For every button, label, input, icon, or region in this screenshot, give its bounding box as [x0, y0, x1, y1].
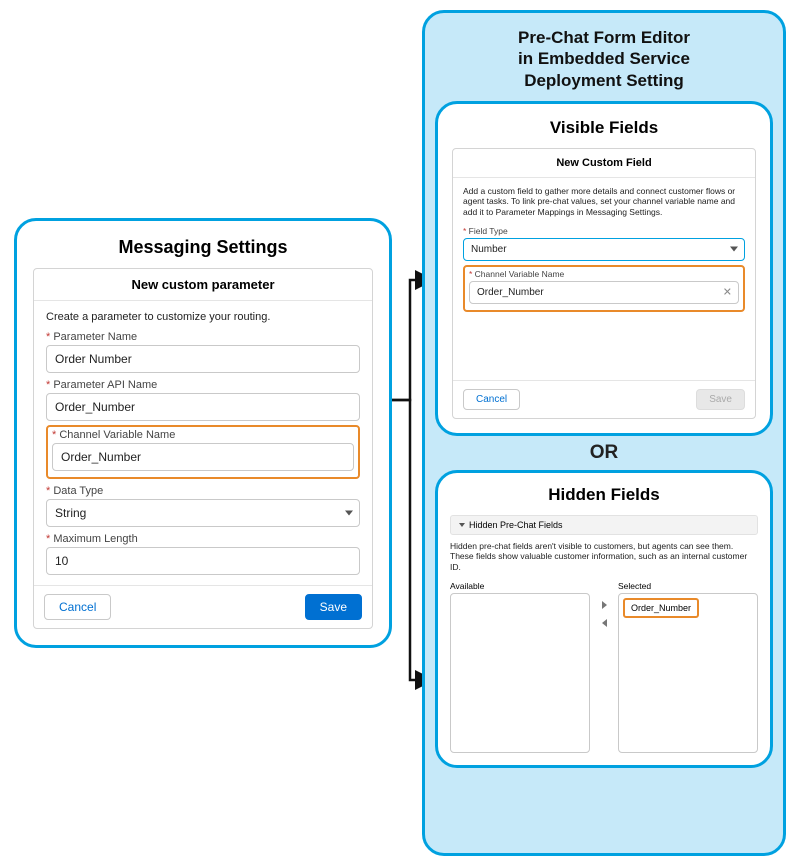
chevron-down-icon [730, 247, 738, 252]
field-type-label: Field Type [463, 226, 745, 236]
dialog-title: New custom parameter [34, 269, 372, 301]
clear-icon[interactable]: ✕ [723, 286, 732, 299]
visible-fields-card: Visible Fields New Custom Field Add a cu… [435, 101, 773, 436]
region-title: Pre-Chat Form Editor in Embedded Service… [435, 27, 773, 91]
visible-cvn-input[interactable]: Order_Number ✕ [469, 281, 739, 304]
new-custom-field-dialog: New Custom Field Add a custom field to g… [452, 148, 756, 419]
hidden-fields-card: Hidden Fields Hidden Pre-Chat Fields Hid… [435, 470, 773, 768]
visible-cvn-label: Channel Variable Name [469, 269, 739, 279]
messaging-settings-title: Messaging Settings [33, 237, 373, 258]
chevron-down-icon [459, 523, 465, 527]
messaging-settings-card: Messaging Settings New custom parameter … [14, 218, 392, 648]
maximum-length-label: Maximum Length [46, 533, 360, 545]
prechat-region: Pre-Chat Form Editor in Embedded Service… [422, 10, 786, 856]
data-type-select[interactable]: String [46, 499, 360, 527]
or-label: OR [435, 442, 773, 464]
cancel-button[interactable]: Cancel [44, 594, 111, 620]
save-button[interactable]: Save [305, 594, 362, 620]
hidden-section-title: Hidden Pre-Chat Fields [469, 520, 563, 530]
parameter-name-input[interactable]: Order Number [46, 345, 360, 373]
data-type-value: String [55, 506, 86, 520]
available-listbox[interactable] [450, 593, 590, 753]
dual-listbox: Available Selected Order_Number [450, 581, 758, 753]
channel-variable-name-input[interactable]: Order_Number [52, 443, 354, 471]
visible-dialog-title: New Custom Field [453, 149, 755, 178]
visible-fields-title: Visible Fields [452, 118, 756, 138]
new-custom-parameter-dialog: New custom parameter Create a parameter … [33, 268, 373, 629]
selected-listbox[interactable]: Order_Number [618, 593, 758, 753]
dual-list-controls [596, 581, 612, 753]
field-type-select[interactable]: Number [463, 238, 745, 261]
selected-item[interactable]: Order_Number [623, 598, 699, 618]
dialog-intro: Create a parameter to customize your rou… [46, 311, 360, 323]
selected-label: Selected [618, 581, 758, 591]
hidden-fields-title: Hidden Fields [450, 485, 758, 505]
hidden-section-header[interactable]: Hidden Pre-Chat Fields [450, 515, 758, 535]
maximum-length-input[interactable]: 10 [46, 547, 360, 575]
channel-variable-name-label: Channel Variable Name [52, 429, 354, 441]
parameter-api-name-label: Parameter API Name [46, 379, 360, 391]
parameter-name-label: Parameter Name [46, 331, 360, 343]
data-type-label: Data Type [46, 485, 360, 497]
hidden-desc: Hidden pre-chat fields aren't visible to… [450, 541, 758, 573]
visible-save-button[interactable]: Save [696, 389, 745, 410]
parameter-api-name-input[interactable]: Order_Number [46, 393, 360, 421]
channel-variable-name-highlight: Channel Variable Name Order_Number [46, 425, 360, 479]
chevron-down-icon [345, 511, 353, 516]
visible-cancel-button[interactable]: Cancel [463, 389, 520, 410]
move-right-icon[interactable] [602, 601, 607, 609]
visible-intro: Add a custom field to gather more detail… [463, 186, 745, 218]
field-type-value: Number [471, 244, 507, 255]
available-label: Available [450, 581, 590, 591]
move-left-icon[interactable] [602, 619, 607, 627]
visible-cvn-highlight: Channel Variable Name Order_Number ✕ [463, 265, 745, 312]
